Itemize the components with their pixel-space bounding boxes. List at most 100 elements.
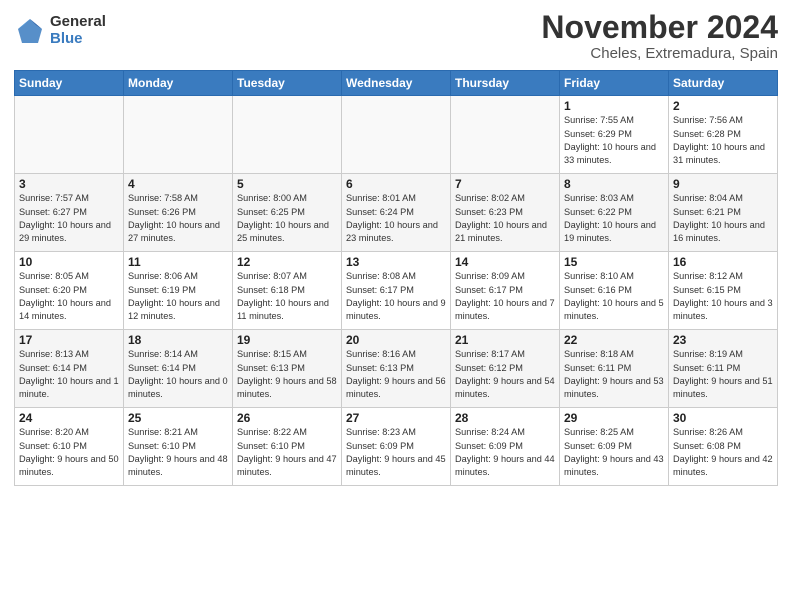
day-cell: 3Sunrise: 7:57 AM Sunset: 6:27 PM Daylig…: [15, 174, 124, 252]
day-number: 8: [564, 177, 664, 191]
day-info: Sunrise: 8:04 AM Sunset: 6:21 PM Dayligh…: [673, 192, 773, 245]
day-info: Sunrise: 8:19 AM Sunset: 6:11 PM Dayligh…: [673, 348, 773, 401]
day-number: 27: [346, 411, 446, 425]
day-number: 23: [673, 333, 773, 347]
logo-general: General: [50, 14, 106, 31]
day-cell: 8Sunrise: 8:03 AM Sunset: 6:22 PM Daylig…: [560, 174, 669, 252]
day-number: 30: [673, 411, 773, 425]
day-cell: 23Sunrise: 8:19 AM Sunset: 6:11 PM Dayli…: [669, 330, 778, 408]
day-cell: 13Sunrise: 8:08 AM Sunset: 6:17 PM Dayli…: [342, 252, 451, 330]
day-number: 15: [564, 255, 664, 269]
day-info: Sunrise: 7:55 AM Sunset: 6:29 PM Dayligh…: [564, 114, 664, 167]
day-info: Sunrise: 8:08 AM Sunset: 6:17 PM Dayligh…: [346, 270, 446, 323]
logo-text: General Blue: [50, 14, 106, 47]
day-cell: 5Sunrise: 8:00 AM Sunset: 6:25 PM Daylig…: [233, 174, 342, 252]
day-number: 18: [128, 333, 228, 347]
day-cell: [15, 96, 124, 174]
day-cell: 17Sunrise: 8:13 AM Sunset: 6:14 PM Dayli…: [15, 330, 124, 408]
day-cell: 26Sunrise: 8:22 AM Sunset: 6:10 PM Dayli…: [233, 408, 342, 486]
day-cell: 14Sunrise: 8:09 AM Sunset: 6:17 PM Dayli…: [451, 252, 560, 330]
day-cell: 20Sunrise: 8:16 AM Sunset: 6:13 PM Dayli…: [342, 330, 451, 408]
location: Cheles, Extremadura, Spain: [541, 45, 778, 62]
day-info: Sunrise: 8:20 AM Sunset: 6:10 PM Dayligh…: [19, 426, 119, 479]
day-number: 7: [455, 177, 555, 191]
day-info: Sunrise: 8:15 AM Sunset: 6:13 PM Dayligh…: [237, 348, 337, 401]
day-cell: 7Sunrise: 8:02 AM Sunset: 6:23 PM Daylig…: [451, 174, 560, 252]
logo: General Blue: [14, 14, 106, 47]
day-cell: 19Sunrise: 8:15 AM Sunset: 6:13 PM Dayli…: [233, 330, 342, 408]
day-number: 6: [346, 177, 446, 191]
day-cell: 1Sunrise: 7:55 AM Sunset: 6:29 PM Daylig…: [560, 96, 669, 174]
logo-icon: [14, 15, 46, 47]
logo-blue: Blue: [50, 31, 106, 48]
day-number: 25: [128, 411, 228, 425]
day-number: 22: [564, 333, 664, 347]
day-cell: 16Sunrise: 8:12 AM Sunset: 6:15 PM Dayli…: [669, 252, 778, 330]
day-cell: 25Sunrise: 8:21 AM Sunset: 6:10 PM Dayli…: [124, 408, 233, 486]
day-info: Sunrise: 8:22 AM Sunset: 6:10 PM Dayligh…: [237, 426, 337, 479]
day-number: 2: [673, 99, 773, 113]
week-row-3: 10Sunrise: 8:05 AM Sunset: 6:20 PM Dayli…: [15, 252, 778, 330]
day-number: 10: [19, 255, 119, 269]
day-number: 21: [455, 333, 555, 347]
day-cell: 21Sunrise: 8:17 AM Sunset: 6:12 PM Dayli…: [451, 330, 560, 408]
day-cell: 18Sunrise: 8:14 AM Sunset: 6:14 PM Dayli…: [124, 330, 233, 408]
day-cell: 15Sunrise: 8:10 AM Sunset: 6:16 PM Dayli…: [560, 252, 669, 330]
week-row-5: 24Sunrise: 8:20 AM Sunset: 6:10 PM Dayli…: [15, 408, 778, 486]
day-number: 12: [237, 255, 337, 269]
day-number: 16: [673, 255, 773, 269]
day-info: Sunrise: 8:07 AM Sunset: 6:18 PM Dayligh…: [237, 270, 337, 323]
day-number: 5: [237, 177, 337, 191]
day-info: Sunrise: 8:03 AM Sunset: 6:22 PM Dayligh…: [564, 192, 664, 245]
calendar-body: 1Sunrise: 7:55 AM Sunset: 6:29 PM Daylig…: [15, 96, 778, 486]
header-friday: Friday: [560, 71, 669, 96]
day-number: 28: [455, 411, 555, 425]
day-info: Sunrise: 8:00 AM Sunset: 6:25 PM Dayligh…: [237, 192, 337, 245]
day-cell: [233, 96, 342, 174]
day-info: Sunrise: 8:18 AM Sunset: 6:11 PM Dayligh…: [564, 348, 664, 401]
day-info: Sunrise: 8:25 AM Sunset: 6:09 PM Dayligh…: [564, 426, 664, 479]
week-row-1: 1Sunrise: 7:55 AM Sunset: 6:29 PM Daylig…: [15, 96, 778, 174]
header-tuesday: Tuesday: [233, 71, 342, 96]
day-info: Sunrise: 8:10 AM Sunset: 6:16 PM Dayligh…: [564, 270, 664, 323]
header-monday: Monday: [124, 71, 233, 96]
week-row-4: 17Sunrise: 8:13 AM Sunset: 6:14 PM Dayli…: [15, 330, 778, 408]
title-block: November 2024 Cheles, Extremadura, Spain: [541, 10, 778, 62]
day-info: Sunrise: 8:13 AM Sunset: 6:14 PM Dayligh…: [19, 348, 119, 401]
header-sunday: Sunday: [15, 71, 124, 96]
day-cell: [124, 96, 233, 174]
day-number: 26: [237, 411, 337, 425]
day-cell: 22Sunrise: 8:18 AM Sunset: 6:11 PM Dayli…: [560, 330, 669, 408]
header: General Blue November 2024 Cheles, Extre…: [14, 10, 778, 62]
day-number: 17: [19, 333, 119, 347]
calendar-container: General Blue November 2024 Cheles, Extre…: [0, 0, 792, 496]
day-number: 4: [128, 177, 228, 191]
day-cell: 10Sunrise: 8:05 AM Sunset: 6:20 PM Dayli…: [15, 252, 124, 330]
day-number: 13: [346, 255, 446, 269]
day-info: Sunrise: 8:24 AM Sunset: 6:09 PM Dayligh…: [455, 426, 555, 479]
day-number: 3: [19, 177, 119, 191]
day-info: Sunrise: 8:05 AM Sunset: 6:20 PM Dayligh…: [19, 270, 119, 323]
day-number: 29: [564, 411, 664, 425]
header-thursday: Thursday: [451, 71, 560, 96]
day-cell: 2Sunrise: 7:56 AM Sunset: 6:28 PM Daylig…: [669, 96, 778, 174]
day-info: Sunrise: 8:02 AM Sunset: 6:23 PM Dayligh…: [455, 192, 555, 245]
day-number: 9: [673, 177, 773, 191]
header-row: Sunday Monday Tuesday Wednesday Thursday…: [15, 71, 778, 96]
day-cell: 30Sunrise: 8:26 AM Sunset: 6:08 PM Dayli…: [669, 408, 778, 486]
day-number: 14: [455, 255, 555, 269]
week-row-2: 3Sunrise: 7:57 AM Sunset: 6:27 PM Daylig…: [15, 174, 778, 252]
day-cell: 29Sunrise: 8:25 AM Sunset: 6:09 PM Dayli…: [560, 408, 669, 486]
day-cell: 12Sunrise: 8:07 AM Sunset: 6:18 PM Dayli…: [233, 252, 342, 330]
day-info: Sunrise: 7:58 AM Sunset: 6:26 PM Dayligh…: [128, 192, 228, 245]
day-info: Sunrise: 8:26 AM Sunset: 6:08 PM Dayligh…: [673, 426, 773, 479]
header-saturday: Saturday: [669, 71, 778, 96]
day-number: 20: [346, 333, 446, 347]
day-cell: 24Sunrise: 8:20 AM Sunset: 6:10 PM Dayli…: [15, 408, 124, 486]
day-info: Sunrise: 8:12 AM Sunset: 6:15 PM Dayligh…: [673, 270, 773, 323]
day-info: Sunrise: 8:01 AM Sunset: 6:24 PM Dayligh…: [346, 192, 446, 245]
day-cell: 9Sunrise: 8:04 AM Sunset: 6:21 PM Daylig…: [669, 174, 778, 252]
calendar-header: Sunday Monday Tuesday Wednesday Thursday…: [15, 71, 778, 96]
day-cell: [451, 96, 560, 174]
header-wednesday: Wednesday: [342, 71, 451, 96]
